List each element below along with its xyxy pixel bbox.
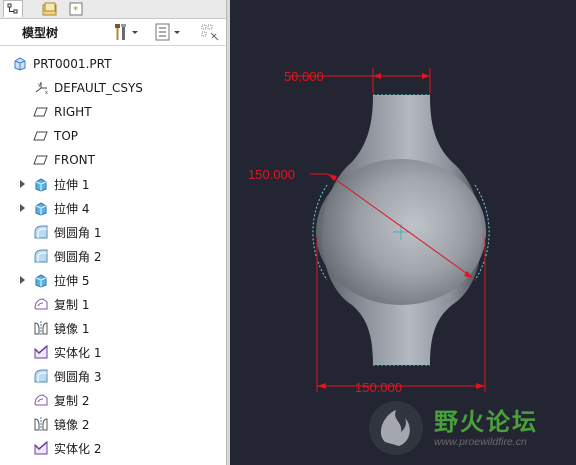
tree-item-label: FRONT bbox=[54, 153, 95, 167]
dim-bottom-width-label[interactable]: 150.000 bbox=[355, 380, 402, 395]
svg-text:*: * bbox=[73, 5, 78, 16]
filter-button[interactable] bbox=[200, 22, 220, 42]
tree-item[interactable]: RIGHT bbox=[0, 100, 226, 124]
dim-top-width-label[interactable]: 50.000 bbox=[284, 69, 324, 84]
tree-item[interactable]: 拉伸 4 bbox=[0, 196, 226, 220]
tab-model-tree[interactable] bbox=[3, 0, 23, 17]
tree-item-label: 镜像 1 bbox=[54, 321, 90, 336]
settings-button[interactable] bbox=[112, 22, 140, 42]
tree-item-label: TOP bbox=[54, 129, 79, 143]
tree-item-label: PRT0001.PRT bbox=[33, 57, 112, 71]
tree-item[interactable]: 实体化 2 bbox=[0, 436, 226, 460]
dim-diameter-label[interactable]: 150.000 bbox=[248, 167, 295, 182]
extrude-icon bbox=[33, 272, 49, 288]
navigator-tabs: * bbox=[0, 0, 226, 19]
tree-item-label: 复制 1 bbox=[54, 297, 90, 312]
datum-plane-icon bbox=[33, 104, 49, 120]
tree-item-label: 镜像 2 bbox=[54, 417, 90, 432]
tree-item-label: RIGHT bbox=[54, 105, 92, 119]
tree-item-label: 复制 2 bbox=[54, 393, 90, 408]
svg-text:x: x bbox=[45, 90, 48, 96]
watermark-text: 野火论坛 bbox=[434, 408, 538, 436]
datum-plane-icon bbox=[33, 152, 49, 168]
watermark-url: www.proewildfire.cn bbox=[434, 436, 527, 448]
tree-item-label: 倒圆角 3 bbox=[54, 369, 102, 384]
tab-favorites[interactable]: * bbox=[66, 0, 86, 17]
tab-folder-browser[interactable] bbox=[40, 0, 60, 17]
round-icon bbox=[33, 224, 49, 240]
tree-item-label: 拉伸 1 bbox=[54, 177, 90, 192]
tree-item-label: 实体化 1 bbox=[54, 345, 102, 360]
model-tree-panel: * 模型树 PRT0001.PRT y x DEFAULT_CSYS RIGHT… bbox=[0, 0, 226, 465]
tree-item[interactable]: 倒圆角 1 bbox=[0, 220, 226, 244]
tree-item[interactable]: 复制 1 bbox=[0, 292, 226, 316]
tree-item-label: 拉伸 5 bbox=[54, 273, 90, 288]
solidify-icon bbox=[33, 344, 49, 360]
extrude-icon bbox=[33, 176, 49, 192]
tree-item-label: 拉伸 4 bbox=[54, 201, 90, 216]
round-icon bbox=[33, 368, 49, 384]
tree-item[interactable]: 倒圆角 2 bbox=[0, 244, 226, 268]
expand-arrow-icon[interactable] bbox=[19, 172, 27, 196]
favorites-icon: * bbox=[69, 2, 83, 16]
expand-arrow-icon[interactable] bbox=[19, 196, 27, 220]
datum-plane-icon bbox=[33, 128, 49, 144]
round-icon bbox=[33, 248, 49, 264]
list-icon bbox=[155, 23, 170, 41]
model-view bbox=[290, 68, 490, 392]
tree-item[interactable]: y x DEFAULT_CSYS bbox=[0, 76, 226, 100]
tree-item-label: DEFAULT_CSYS bbox=[54, 81, 143, 95]
copy-icon bbox=[33, 392, 49, 408]
filter-icon bbox=[201, 24, 219, 41]
folder-icon bbox=[42, 2, 57, 15]
tree-item-label: 实体化 2 bbox=[54, 441, 102, 456]
tree-item[interactable]: 镜像 2 bbox=[0, 412, 226, 436]
tree-item[interactable]: TOP bbox=[0, 124, 226, 148]
tree-item[interactable]: 实体化 1 bbox=[0, 340, 226, 364]
dropdown-arrow-icon bbox=[174, 31, 180, 34]
tree-item[interactable]: FRONT bbox=[0, 148, 226, 172]
tree-item[interactable]: 拉伸 1 bbox=[0, 172, 226, 196]
tree-root-item[interactable]: PRT0001.PRT bbox=[0, 52, 226, 76]
tree-item[interactable]: 镜像 1 bbox=[0, 316, 226, 340]
mirror-icon bbox=[33, 320, 49, 336]
panel-title: 模型树 bbox=[22, 26, 59, 40]
copy-icon bbox=[33, 296, 49, 312]
tree-item-label: 倒圆角 2 bbox=[54, 249, 102, 264]
expand-arrow-icon[interactable] bbox=[19, 268, 27, 292]
graphics-viewport[interactable]: 50.000 150.000 150.000 bbox=[230, 0, 576, 465]
extrude-icon bbox=[33, 200, 49, 216]
csys-icon: yx bbox=[33, 80, 49, 96]
show-button[interactable] bbox=[154, 22, 182, 42]
dropdown-arrow-icon bbox=[132, 31, 138, 34]
solidify-icon bbox=[33, 440, 49, 456]
mirror-icon bbox=[33, 416, 49, 432]
model-tree-toolbar: 模型树 bbox=[0, 19, 226, 46]
svg-text:y: y bbox=[38, 82, 41, 88]
part-icon bbox=[12, 56, 28, 72]
watermark-logo bbox=[369, 401, 423, 455]
tree-item[interactable]: 拉伸 5 bbox=[0, 268, 226, 292]
tools-icon bbox=[115, 24, 126, 40]
tree-item[interactable]: 倒圆角 3 bbox=[0, 364, 226, 388]
tree-item[interactable]: 复制 2 bbox=[0, 388, 226, 412]
tree-icon bbox=[7, 3, 18, 14]
tree-item-label: 倒圆角 1 bbox=[54, 225, 102, 240]
